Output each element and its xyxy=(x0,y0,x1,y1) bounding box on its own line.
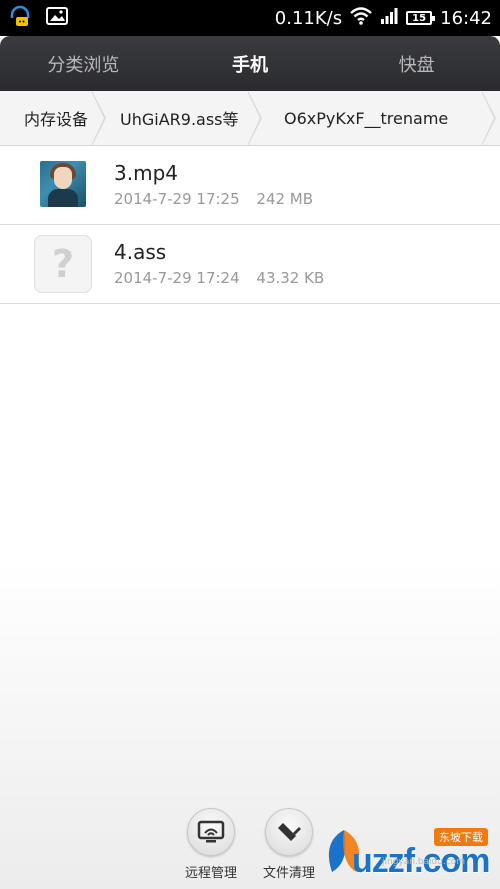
wifi-icon xyxy=(350,6,372,30)
file-date: 2014-7-29 17:25 xyxy=(114,190,240,208)
unknown-file-icon: ? xyxy=(34,235,92,293)
uzzf-logo: uzzf.com 东坡下载 xyxy=(314,820,494,884)
breadcrumb: 内存设备 UhGiAR9.ass等 O6xPyKxF__trename xyxy=(0,91,500,146)
file-name: 4.ass xyxy=(114,240,167,264)
file-name: 3.mp4 xyxy=(114,161,178,185)
logo-tag: 东坡下载 xyxy=(434,828,488,846)
watermark-site: jingyan.baidu.com xyxy=(382,857,466,867)
battery-icon: 15 xyxy=(406,11,436,25)
tab-kuaipan[interactable]: 快盘 xyxy=(333,51,500,77)
file-size: 242 MB xyxy=(256,190,314,208)
file-info: 4.ass 2014-7-29 17:24 43.32 KB xyxy=(114,239,324,287)
breadcrumb-item-folder[interactable]: UhGiAR9.ass等 xyxy=(110,91,266,145)
list-item[interactable]: 3.mp4 2014-7-29 17:25 242 MB xyxy=(0,146,500,225)
file-meta: 2014-7-29 17:25 242 MB xyxy=(114,190,313,208)
category-tabs: 分类浏览 手机 快盘 xyxy=(0,36,500,91)
breadcrumb-item-internal-storage[interactable]: 内存设备 xyxy=(0,91,110,145)
status-right: 0.11K/s 15 16:42 xyxy=(274,6,492,30)
network-speed: 0.11K/s xyxy=(274,7,343,29)
list-item[interactable]: ? 4.ass 2014-7-29 17:24 43.32 KB xyxy=(0,225,500,304)
remote-manage-label: 远程管理 xyxy=(184,866,237,881)
video-thumbnail xyxy=(40,161,86,207)
status-left xyxy=(8,4,68,32)
file-info: 3.mp4 2014-7-29 17:25 242 MB xyxy=(114,160,313,208)
remote-manage-button[interactable]: 远程管理 xyxy=(171,808,251,881)
tab-phone[interactable]: 手机 xyxy=(167,51,334,77)
status-bar: 0.11K/s 15 16:42 xyxy=(0,0,500,36)
remote-manage-icon xyxy=(187,808,235,856)
file-date: 2014-7-29 17:24 xyxy=(114,269,240,287)
tab-category-browse[interactable]: 分类浏览 xyxy=(0,51,167,77)
file-size: 43.32 KB xyxy=(256,269,325,287)
image-icon xyxy=(46,7,68,29)
breadcrumb-item-current-folder[interactable]: O6xPyKxF__trename xyxy=(266,91,500,145)
headset-notification-icon xyxy=(8,4,32,32)
file-list: 3.mp4 2014-7-29 17:25 242 MB ? 4.ass 201… xyxy=(0,146,500,304)
signal-icon xyxy=(380,7,398,29)
clock: 16:42 xyxy=(440,7,492,29)
broom-clean-icon xyxy=(265,808,313,856)
file-meta: 2014-7-29 17:24 43.32 KB xyxy=(114,269,324,287)
